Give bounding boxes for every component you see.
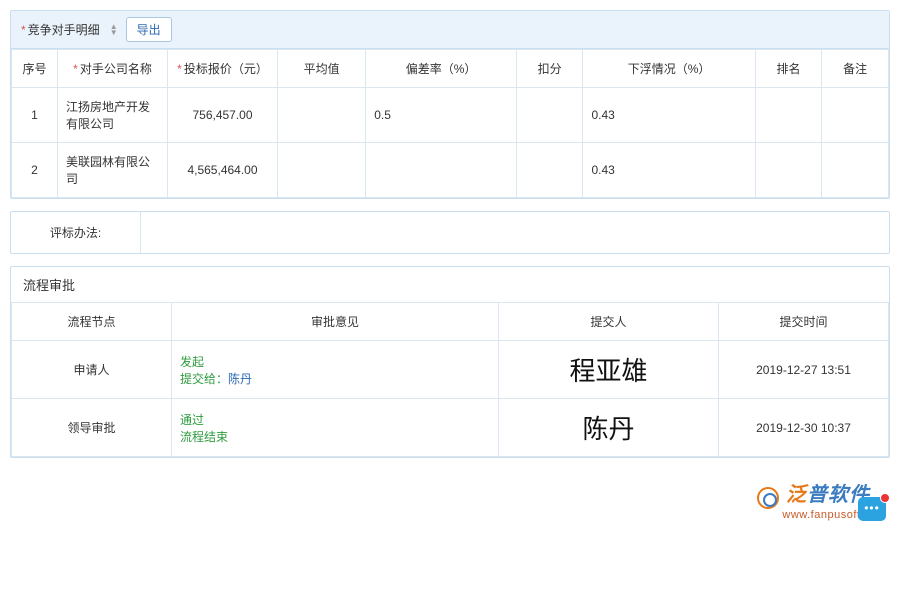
opinion-line2: 流程结束: [180, 428, 492, 445]
col-deduct: 扣分: [516, 50, 583, 88]
notification-badge-icon: [880, 493, 890, 503]
cell-time: 2019-12-27 13:51: [719, 341, 889, 399]
cell-float: 0.43: [583, 143, 755, 198]
opinion-line1: 发起: [180, 353, 492, 370]
cell-float: 0.43: [583, 88, 755, 143]
cell-dev: [366, 143, 517, 198]
cell-seq: 2: [12, 143, 58, 198]
cell-avg: [278, 143, 366, 198]
eval-method-value: [141, 212, 889, 253]
col-remark: 备注: [822, 50, 889, 88]
approval-panel-title: 流程审批: [11, 267, 889, 302]
cell-rank: [755, 88, 822, 143]
approval-table: 流程节点 审批意见 提交人 提交时间 申请人 发起 提交给：陈丹 程亚雄 201…: [11, 302, 889, 457]
table-row: 1 江扬房地产开发有限公司 756,457.00 0.5 0.43: [12, 88, 889, 143]
signature: 程亚雄: [569, 357, 647, 386]
eval-method-panel: 评标办法:: [10, 211, 890, 254]
cell-seq: 1: [12, 88, 58, 143]
approval-panel: 流程审批 流程节点 审批意见 提交人 提交时间 申请人 发起 提交给：陈丹 程亚…: [10, 266, 890, 458]
col-float: 下浮情况（%）: [583, 50, 755, 88]
col-rank: 排名: [755, 50, 822, 88]
col-opinion: 审批意见: [172, 303, 499, 341]
eval-method-label: 评标办法:: [11, 212, 141, 253]
brand-url: www.fanpusoft.c: [10, 509, 870, 521]
cell-bid: 4,565,464.00: [168, 143, 278, 198]
opinion-line1: 通过: [180, 411, 492, 428]
sort-icon[interactable]: ▲▼: [110, 24, 118, 36]
table-header-row: 序号 *对手公司名称 *投标报价（元） 平均值 偏差率（%） 扣分 下浮情况（%…: [12, 50, 889, 88]
approval-row: 申请人 发起 提交给：陈丹 程亚雄 2019-12-27 13:51: [12, 341, 889, 399]
approval-header-row: 流程节点 审批意见 提交人 提交时间: [12, 303, 889, 341]
signature: 陈丹: [582, 415, 634, 444]
panel-title: *竞争对手明细: [21, 21, 100, 38]
competitor-table: 序号 *对手公司名称 *投标报价（元） 平均值 偏差率（%） 扣分 下浮情况（%…: [11, 49, 889, 198]
col-company: *对手公司名称: [58, 50, 168, 88]
cell-company: 江扬房地产开发有限公司: [58, 88, 168, 143]
cell-submitter: 程亚雄: [499, 341, 719, 399]
approval-row: 领导审批 通过 流程结束 陈丹 2019-12-30 10:37: [12, 399, 889, 457]
cell-deduct: [516, 88, 583, 143]
cell-bid: 756,457.00: [168, 88, 278, 143]
cell-deduct: [516, 143, 583, 198]
table-row: 2 美联园林有限公司 4,565,464.00 0.43: [12, 143, 889, 198]
competitor-panel-header: *竞争对手明细 ▲▼ 导出: [11, 11, 889, 49]
col-bid: *投标报价（元）: [168, 50, 278, 88]
col-avg: 平均值: [278, 50, 366, 88]
cell-submitter: 陈丹: [499, 399, 719, 457]
col-seq: 序号: [12, 50, 58, 88]
export-button[interactable]: 导出: [126, 17, 172, 42]
col-submitter: 提交人: [499, 303, 719, 341]
cell-company: 美联园林有限公司: [58, 143, 168, 198]
cell-node: 申请人: [12, 341, 172, 399]
opinion-line2: 提交给：陈丹: [180, 370, 492, 387]
col-dev: 偏差率（%）: [366, 50, 517, 88]
competitor-detail-panel: *竞争对手明细 ▲▼ 导出 序号 *对手公司名称 *投标报价（元） 平均值 偏差…: [10, 10, 890, 199]
col-time: 提交时间: [719, 303, 889, 341]
cell-node: 领导审批: [12, 399, 172, 457]
cell-rank: [755, 143, 822, 198]
cell-dev: 0.5: [366, 88, 517, 143]
submit-to-link[interactable]: 陈丹: [228, 372, 252, 386]
brand-logo-icon: [757, 487, 779, 509]
col-node: 流程节点: [12, 303, 172, 341]
cell-opinion: 通过 流程结束: [172, 399, 499, 457]
chat-icon[interactable]: [858, 497, 886, 521]
cell-avg: [278, 88, 366, 143]
cell-remark: [822, 88, 889, 143]
cell-time: 2019-12-30 10:37: [719, 399, 889, 457]
cell-opinion: 发起 提交给：陈丹: [172, 341, 499, 399]
cell-remark: [822, 143, 889, 198]
footer-brand: 泛泛普软件普软件 www.fanpusoft.c: [10, 478, 890, 521]
